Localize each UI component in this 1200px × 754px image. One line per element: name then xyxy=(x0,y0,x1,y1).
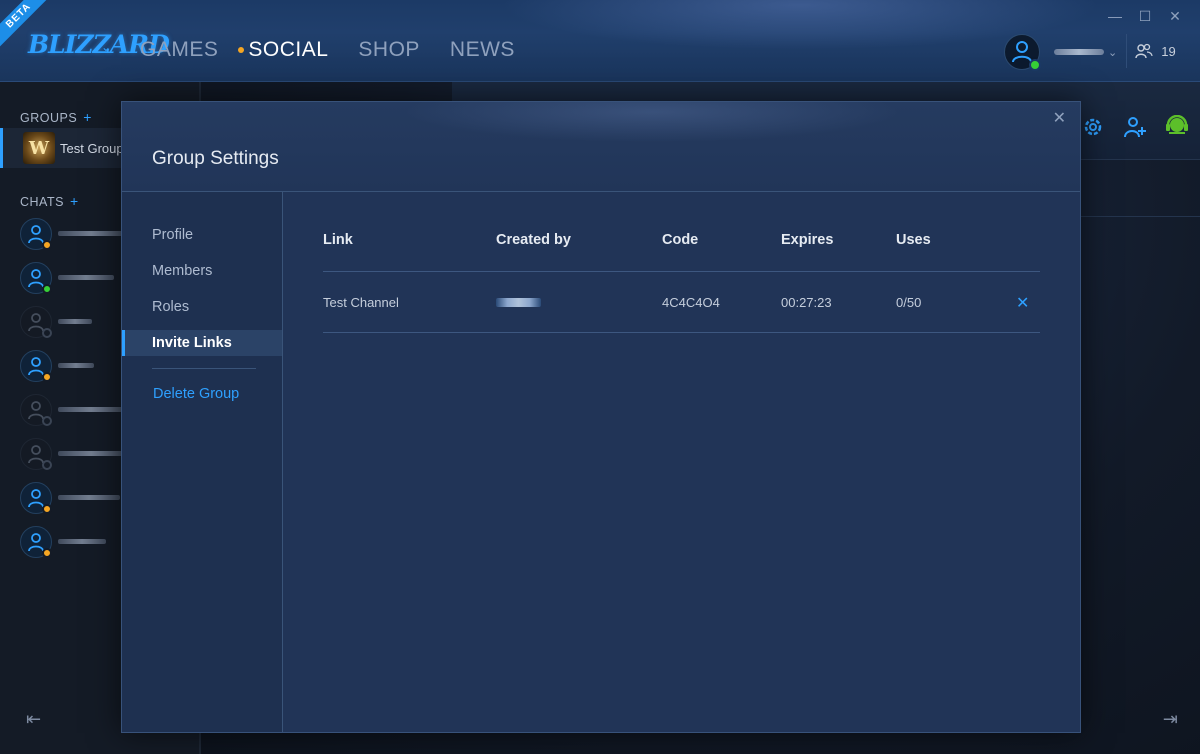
online-status-dot xyxy=(1029,59,1041,71)
chat-name-redacted xyxy=(58,407,124,412)
chat-name-redacted xyxy=(58,231,124,236)
add-group-icon[interactable]: + xyxy=(83,109,92,125)
invite-links-panel: Link Created by Code Expires Uses Test C… xyxy=(283,192,1080,732)
offline-status-dot xyxy=(42,328,52,338)
friends-icon xyxy=(1135,43,1153,59)
close-icon[interactable]: ✕ xyxy=(1053,108,1066,128)
tab-members[interactable]: Members xyxy=(122,258,282,284)
friends-count: 19 xyxy=(1161,43,1176,59)
add-user-icon[interactable] xyxy=(1122,114,1148,140)
divider xyxy=(152,368,256,369)
col-header-uses: Uses xyxy=(896,232,931,248)
notification-dot xyxy=(238,47,245,53)
voice-chat-icon[interactable] xyxy=(1164,114,1190,140)
account-name-redacted xyxy=(1054,49,1104,55)
revoke-link-icon[interactable]: ✕ xyxy=(1016,293,1029,313)
chat-name-redacted xyxy=(58,363,94,368)
top-navigation-bar: BETA BLIZZARD ⌄ GAMES SOCIAL SHOP NEWS —… xyxy=(0,0,1200,82)
away-status-dot xyxy=(42,548,52,558)
divider xyxy=(1080,216,1200,217)
group-label: Test Group xyxy=(60,141,124,156)
cell-expires: 00:27:23 xyxy=(781,295,832,310)
offline-status-dot xyxy=(42,460,52,470)
close-window-icon[interactable]: ✕ xyxy=(1168,8,1182,25)
chevron-down-icon[interactable]: ⌄ xyxy=(101,40,111,54)
away-status-dot xyxy=(42,372,52,382)
tab-profile[interactable]: Profile xyxy=(122,222,282,248)
modal-title: Group Settings xyxy=(152,148,279,169)
channel-actions xyxy=(1080,114,1190,140)
col-header-code: Code xyxy=(662,232,699,248)
groups-section-header: GROUPS + xyxy=(20,109,92,125)
collapse-left-icon[interactable]: ⇤ xyxy=(26,709,41,730)
settings-icon[interactable] xyxy=(1080,114,1106,140)
cell-link: Test Channel xyxy=(323,295,399,310)
chats-section-header: CHATS + xyxy=(20,193,79,209)
minimize-icon[interactable]: — xyxy=(1108,8,1122,25)
account-menu[interactable]: ⌄ xyxy=(1004,34,1117,71)
tab-invite-links[interactable]: Invite Links xyxy=(122,330,282,356)
cell-code: 4C4C4O4 xyxy=(662,295,720,310)
nav-social[interactable]: SOCIAL xyxy=(238,38,329,62)
expand-right-icon[interactable]: ⇥ xyxy=(1163,709,1178,730)
chat-name-redacted xyxy=(58,275,114,280)
chat-name-redacted xyxy=(58,319,92,324)
tab-roles[interactable]: Roles xyxy=(122,294,282,320)
chevron-down-icon[interactable]: ⌄ xyxy=(1108,46,1117,59)
online-status-dot xyxy=(42,284,52,294)
window-controls: — ☐ ✕ xyxy=(1108,8,1182,25)
nav-shop[interactable]: SHOP xyxy=(358,38,420,62)
chats-title: CHATS xyxy=(20,195,64,209)
away-status-dot xyxy=(42,240,52,250)
nav-games[interactable]: GAMES xyxy=(140,38,218,62)
delete-group-link[interactable]: Delete Group xyxy=(153,386,239,402)
groups-title: GROUPS xyxy=(20,111,78,125)
col-header-expires: Expires xyxy=(781,232,834,248)
col-header-link: Link xyxy=(323,232,353,248)
settings-nav: Profile Members Roles Invite Links Delet… xyxy=(122,192,283,732)
chat-name-redacted xyxy=(58,451,124,456)
cell-created-by-redacted xyxy=(496,298,541,307)
chat-name-redacted xyxy=(58,539,106,544)
offline-status-dot xyxy=(42,416,52,426)
maximize-icon[interactable]: ☐ xyxy=(1138,8,1152,25)
group-settings-modal: Group Settings ✕ Profile Members Roles I… xyxy=(121,101,1081,733)
table-row: Test Channel 4C4C4O4 00:27:23 0/50 ✕ xyxy=(323,273,1040,333)
col-header-created-by: Created by xyxy=(496,232,571,248)
main-nav: GAMES SOCIAL SHOP NEWS xyxy=(140,38,545,62)
chat-name-redacted xyxy=(58,495,120,500)
cell-uses: 0/50 xyxy=(896,295,922,310)
add-chat-icon[interactable]: + xyxy=(70,193,79,209)
nav-news[interactable]: NEWS xyxy=(450,38,515,62)
user-avatar[interactable] xyxy=(1004,34,1041,71)
away-status-dot xyxy=(42,504,52,514)
nav-social-label: SOCIAL xyxy=(248,38,329,61)
friends-list-button[interactable]: 19 xyxy=(1126,34,1184,68)
table-header: Link Created by Code Expires Uses xyxy=(323,232,1040,272)
warcraft-icon: W xyxy=(23,132,55,164)
modal-header: Group Settings xyxy=(122,102,1080,192)
